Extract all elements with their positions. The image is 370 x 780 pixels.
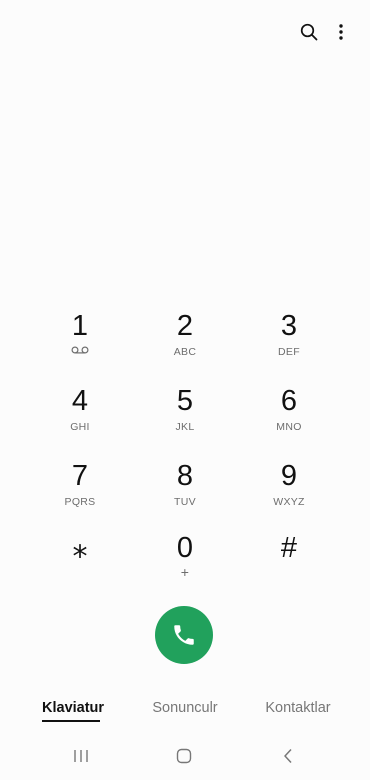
- top-bar: [0, 0, 370, 64]
- key-4[interactable]: 4 GHI: [35, 385, 125, 445]
- key-digit: 5: [176, 385, 194, 417]
- key-digit: ⁎: [72, 531, 88, 564]
- search-icon: [300, 23, 318, 41]
- tab-label: Kontaktlar: [265, 700, 331, 716]
- key-letters: TUV: [174, 496, 196, 508]
- key-digit: 8: [176, 460, 194, 492]
- voicemail-icon: [71, 346, 89, 354]
- recent-apps-icon: [74, 750, 88, 762]
- key-8[interactable]: 8 TUV: [140, 460, 230, 520]
- system-navigation-bar: [0, 732, 370, 780]
- search-button[interactable]: [297, 20, 321, 44]
- key-digit: 3: [280, 310, 298, 342]
- key-digit: 0: [176, 532, 194, 564]
- tab-contacts[interactable]: Kontaktlar: [258, 700, 338, 716]
- active-tab-indicator: [42, 720, 100, 722]
- more-vertical-icon: [339, 24, 343, 40]
- home-button[interactable]: [172, 744, 196, 768]
- key-2[interactable]: 2 ABC: [140, 310, 230, 370]
- call-button[interactable]: [155, 606, 213, 664]
- key-letters: ABC: [173, 346, 197, 358]
- key-3[interactable]: 3 DEF: [244, 310, 334, 370]
- key-digit: 4: [71, 385, 89, 417]
- key-digit: 1: [71, 310, 89, 342]
- back-button[interactable]: [276, 744, 300, 768]
- key-6[interactable]: 6 MNO: [244, 385, 334, 445]
- phone-icon: [174, 625, 194, 645]
- key-letters: DEF: [278, 346, 300, 358]
- key-digit: 9: [280, 460, 298, 492]
- key-digit: 6: [280, 385, 298, 417]
- more-options-button[interactable]: [329, 20, 353, 44]
- tab-label: Klaviatur: [42, 700, 105, 716]
- key-1[interactable]: 1: [35, 310, 125, 370]
- home-icon: [176, 748, 192, 764]
- key-letters: MNO: [276, 421, 302, 433]
- key-letters: JKL: [175, 421, 195, 433]
- key-letters: WXYZ: [273, 496, 305, 508]
- back-icon: [284, 748, 292, 764]
- key-digit: #: [280, 532, 298, 564]
- key-digit: 7: [71, 460, 89, 492]
- key-letters: GHI: [70, 421, 90, 433]
- recent-apps-button[interactable]: [69, 744, 93, 768]
- key-digit: 2: [176, 310, 194, 342]
- key-star[interactable]: ⁎: [35, 532, 125, 592]
- tab-label: Sonunculr: [152, 700, 218, 716]
- key-letters: PQRS: [64, 496, 96, 508]
- key-5[interactable]: 5 JKL: [140, 385, 230, 445]
- key-0[interactable]: 0 +: [140, 532, 230, 592]
- key-hash[interactable]: #: [244, 532, 334, 592]
- key-letters: +: [180, 564, 190, 580]
- tab-recents[interactable]: Sonunculr: [144, 700, 226, 716]
- bottom-tabs: Klaviatur Sonunculr Kontaktlar: [0, 700, 370, 730]
- tab-keypad[interactable]: Klaviatur: [42, 700, 104, 722]
- key-7[interactable]: 7 PQRS: [35, 460, 125, 520]
- key-9[interactable]: 9 WXYZ: [244, 460, 334, 520]
